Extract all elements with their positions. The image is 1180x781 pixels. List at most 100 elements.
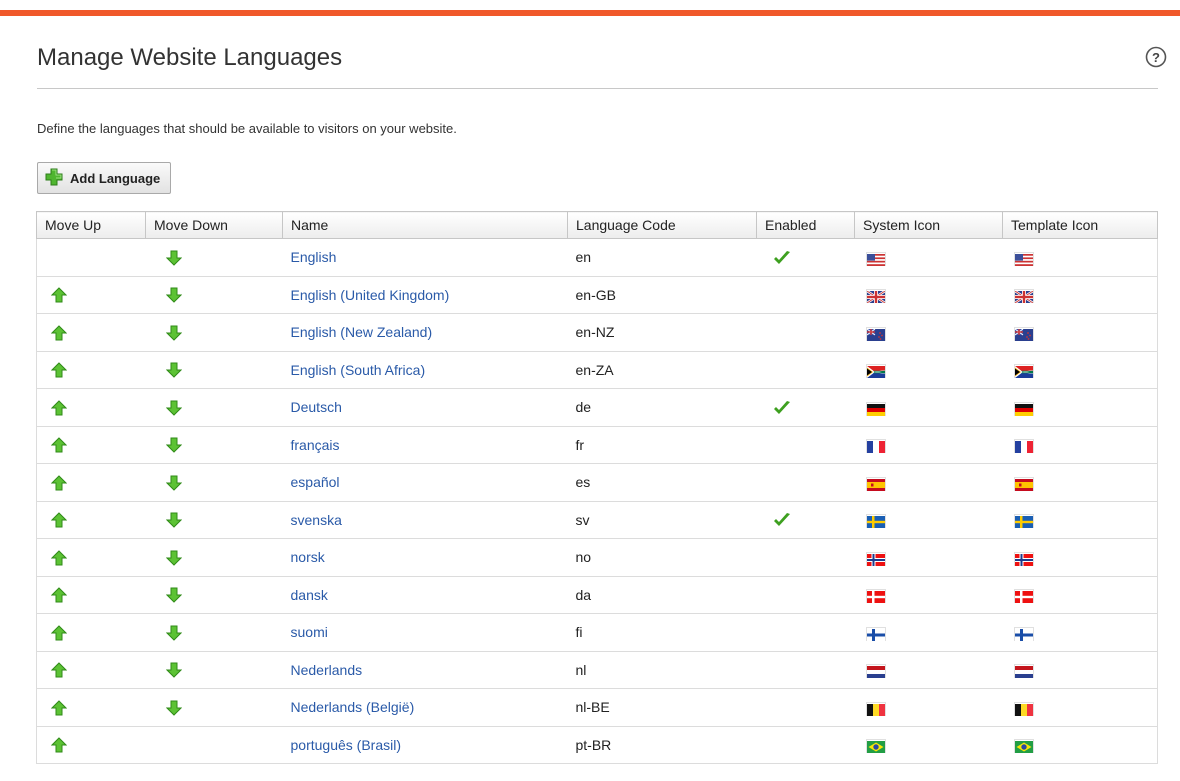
- page-description: Define the languages that should be avai…: [37, 121, 457, 136]
- table-row: English (United Kingdom) en-GB: [36, 276, 1158, 314]
- move-down-arrow-icon[interactable]: [165, 662, 182, 679]
- move-up-arrow-icon[interactable]: [50, 662, 68, 678]
- move-up-arrow-icon[interactable]: [50, 625, 68, 641]
- language-name-link[interactable]: français: [291, 437, 340, 453]
- move-down-arrow-icon[interactable]: [165, 250, 182, 266]
- system-icon-cell: [854, 388, 1003, 427]
- move-up-cell: [36, 726, 146, 764]
- language-name-link[interactable]: Deutsch: [291, 399, 342, 415]
- help-icon[interactable]: ?: [1145, 46, 1167, 68]
- move-down-arrow-icon[interactable]: [165, 550, 182, 566]
- language-code-cell: de: [567, 388, 757, 427]
- checkmark-icon: [773, 512, 791, 528]
- language-name-link[interactable]: Nederlands (België): [291, 699, 415, 715]
- language-name-cell: Nederlands: [282, 651, 568, 689]
- move-down-arrow-icon[interactable]: [165, 325, 182, 341]
- move-down-cell: [145, 463, 283, 502]
- language-code: en-NZ: [575, 324, 615, 341]
- language-name-link[interactable]: English (New Zealand): [291, 324, 433, 340]
- language-code: es: [575, 474, 591, 491]
- move-down-cell: [145, 238, 283, 277]
- move-up-arrow-icon[interactable]: [50, 512, 68, 528]
- enabled-cell: [756, 388, 855, 427]
- move-up-cell: [36, 313, 146, 352]
- language-code-cell: nl-BE: [567, 688, 757, 727]
- system-icon-cell: [854, 313, 1003, 352]
- language-name-link[interactable]: español: [291, 474, 340, 490]
- language-name-link[interactable]: dansk: [291, 587, 328, 603]
- move-down-arrow-icon[interactable]: [165, 512, 182, 529]
- language-code: pt-BR: [575, 736, 612, 753]
- flag-fr-icon: [1014, 440, 1033, 454]
- language-name-cell: português (Brasil): [282, 726, 568, 764]
- template-icon-cell: [1002, 351, 1158, 389]
- table-row: English en: [36, 238, 1158, 277]
- move-up-arrow-icon[interactable]: [50, 700, 68, 716]
- language-name-link[interactable]: Nederlands: [291, 662, 363, 678]
- move-down-arrow-icon[interactable]: [165, 475, 182, 491]
- language-name-link[interactable]: English: [291, 249, 337, 265]
- language-name-link[interactable]: svenska: [291, 512, 342, 528]
- move-down-arrow-icon[interactable]: [165, 625, 182, 641]
- system-icon-cell: [854, 501, 1003, 539]
- move-up-arrow-icon[interactable]: [50, 362, 68, 378]
- flag-gb-icon: [865, 290, 886, 305]
- flag-es-icon: [1014, 478, 1033, 491]
- language-name-link[interactable]: English (South Africa): [291, 362, 426, 378]
- language-code-cell: fi: [567, 613, 757, 652]
- column-header-enabled: Enabled: [756, 211, 855, 239]
- move-up-arrow-icon[interactable]: [50, 437, 68, 453]
- language-code: nl: [575, 661, 587, 678]
- language-name-link[interactable]: English (United Kingdom): [291, 287, 450, 303]
- table-row: Nederlands nl: [36, 651, 1158, 689]
- move-down-arrow-icon[interactable]: [165, 400, 182, 416]
- move-down-cell: [145, 388, 283, 427]
- language-code-cell: es: [567, 463, 757, 502]
- template-icon-cell: [1002, 426, 1158, 464]
- language-name-link[interactable]: norsk: [291, 549, 325, 565]
- move-down-cell: [145, 688, 283, 727]
- flag-be-icon: [866, 703, 885, 716]
- move-up-arrow-icon[interactable]: [50, 287, 68, 303]
- add-language-button[interactable]: Add Language: [37, 162, 172, 194]
- template-icon-cell: [1002, 613, 1158, 652]
- language-code-cell: en-NZ: [567, 313, 757, 352]
- move-down-cell: [145, 576, 283, 614]
- move-down-cell: [145, 651, 283, 689]
- table-row: português (Brasil) pt-BR: [36, 726, 1158, 764]
- move-up-arrow-icon[interactable]: [50, 325, 68, 341]
- table-header-row: Move Up Move Down Name Language Code Ena…: [36, 211, 1158, 239]
- flag-es-icon: [866, 478, 885, 491]
- language-name-cell: dansk: [282, 576, 568, 614]
- move-down-arrow-icon[interactable]: [165, 287, 182, 304]
- checkmark-icon: [773, 400, 791, 416]
- move-up-arrow-icon[interactable]: [50, 550, 68, 566]
- move-up-cell: [36, 276, 146, 314]
- column-header-move-down: Move Down: [145, 211, 283, 239]
- move-up-cell: [36, 426, 146, 464]
- move-up-arrow-icon[interactable]: [50, 400, 68, 416]
- column-header-language-code: Language Code: [567, 211, 757, 239]
- language-name-link[interactable]: português (Brasil): [291, 737, 402, 753]
- language-code: en-ZA: [575, 361, 614, 378]
- move-down-arrow-icon[interactable]: [165, 587, 182, 604]
- enabled-cell: [756, 463, 855, 502]
- enabled-cell: [756, 613, 855, 652]
- flag-us-icon: [866, 253, 885, 266]
- move-up-arrow-icon[interactable]: [50, 737, 68, 753]
- enabled-cell: [756, 576, 855, 614]
- language-name-link[interactable]: suomi: [291, 624, 328, 640]
- language-code: nl-BE: [575, 699, 610, 716]
- move-down-arrow-icon[interactable]: [165, 700, 182, 716]
- flag-za-icon: [866, 365, 885, 379]
- language-name-cell: Nederlands (België): [282, 688, 568, 727]
- language-code-cell: da: [567, 576, 757, 614]
- template-icon-cell: [1002, 276, 1158, 314]
- move-down-arrow-icon[interactable]: [165, 437, 182, 454]
- table-row: Nederlands (België) nl-BE: [36, 688, 1158, 727]
- move-down-arrow-icon[interactable]: [165, 362, 182, 379]
- table-row: dansk da: [36, 576, 1158, 614]
- move-up-arrow-icon[interactable]: [50, 475, 68, 491]
- flag-no-icon: [866, 553, 885, 566]
- move-up-arrow-icon[interactable]: [50, 587, 68, 603]
